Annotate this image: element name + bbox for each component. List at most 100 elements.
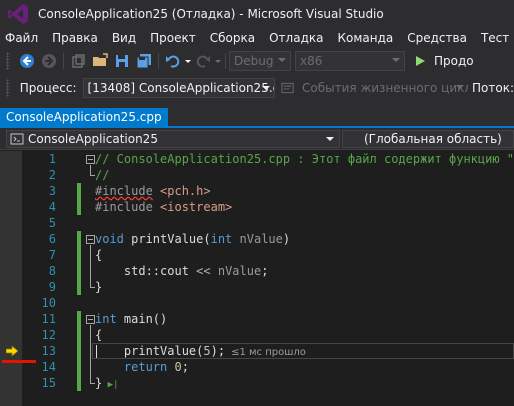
text-caret	[96, 345, 97, 358]
lifecycle-events-dropdown[interactable]: События жизненного цикла	[298, 78, 468, 98]
collapse-outline-toggle[interactable]	[86, 155, 95, 164]
line-number: 13	[41, 344, 56, 358]
code-token: // ConsoleApplication25.cpp : Этот файл …	[95, 152, 514, 166]
code-token: <<	[196, 264, 211, 278]
saved-change-marker	[77, 231, 81, 295]
standard-toolbar: Debug x86 Продо	[0, 48, 514, 74]
next-statement-underline	[2, 360, 36, 363]
process-value: [13408] ConsoleApplication25.exe	[87, 81, 275, 95]
navigation-bar: ConsoleApplication25 (Глобальная область…	[0, 128, 514, 150]
navigate-back-button[interactable]	[16, 50, 38, 72]
open-file-button[interactable]	[89, 50, 111, 72]
toolbar-separator	[158, 53, 159, 69]
lifecycle-events-value: События жизненного цикла	[302, 81, 468, 95]
outline-guide-line	[90, 165, 91, 175]
code-token: #include	[95, 200, 153, 214]
code-text[interactable]: #include <iostream>	[95, 199, 232, 215]
collapse-outline-toggle[interactable]	[86, 315, 95, 324]
code-line[interactable]: 1 // ConsoleApplication25.cpp : Этот файл…	[0, 151, 514, 167]
scope-dropdown[interactable]: (Глобальная область)	[342, 130, 514, 148]
undo-icon	[166, 55, 180, 68]
outline-guide-end	[90, 383, 95, 384]
code-text[interactable]: int main()	[95, 311, 167, 327]
line-number: 1	[48, 152, 56, 166]
code-line[interactable]: 10	[0, 295, 514, 311]
current-line-highlight	[92, 343, 514, 359]
chevron-down-icon	[261, 86, 270, 90]
code-text[interactable]: //	[95, 167, 109, 183]
project-dropdown[interactable]: ConsoleApplication25	[6, 130, 340, 148]
code-text[interactable]: {	[95, 327, 102, 343]
menu-build[interactable]: Сборка	[203, 31, 262, 45]
back-arrow-icon	[20, 54, 34, 68]
menu-project[interactable]: Проект	[143, 31, 203, 45]
solution-platform-dropdown[interactable]: x86	[295, 51, 405, 71]
outline-guide-line	[90, 325, 91, 383]
outline-guide-end	[90, 287, 95, 288]
save-button[interactable]	[111, 50, 133, 72]
tab-label: ConsoleApplication25.cpp	[6, 110, 162, 124]
code-token: }	[95, 280, 103, 294]
code-text[interactable]: return 0;	[95, 359, 189, 375]
code-editor[interactable]: 1 // ConsoleApplication25.cpp : Этот файл…	[0, 151, 514, 406]
title-bar: ConsoleApplication25 (Отладка) - Microso…	[0, 0, 514, 28]
instruction-pointer-icon[interactable]	[6, 346, 18, 356]
menu-test[interactable]: Тест	[474, 31, 514, 45]
code-text[interactable]: {	[95, 247, 102, 263]
outline-guide-end	[90, 175, 95, 176]
code-text[interactable]: void printValue(int nValue)	[95, 231, 290, 247]
menu-tools[interactable]: Средства	[400, 31, 474, 45]
code-token: //	[95, 168, 110, 182]
code-token: 0	[174, 360, 182, 374]
continue-button[interactable]	[409, 50, 431, 72]
code-text[interactable]: // ConsoleApplication25.cpp : Этот файл …	[95, 151, 514, 167]
debug-location-toolbar: Процесс: [13408] ConsoleApplication25.ex…	[0, 74, 514, 102]
solution-configuration-value: Debug	[234, 54, 274, 68]
redo-button[interactable]	[192, 50, 214, 72]
save-all-button[interactable]	[133, 50, 155, 72]
new-project-button[interactable]	[67, 50, 89, 72]
code-text[interactable]: #include <pch.h>	[95, 183, 211, 199]
document-tab-well: ConsoleApplication25.cpp	[0, 102, 514, 128]
tab-consoleapplication25-cpp[interactable]: ConsoleApplication25.cpp	[0, 108, 168, 128]
process-dropdown[interactable]: [13408] ConsoleApplication25.exe	[82, 78, 275, 98]
navigate-forward-button[interactable]	[38, 50, 60, 72]
code-text[interactable]: } ▶|	[95, 375, 119, 393]
code-line[interactable]: 2 //	[0, 167, 514, 183]
run-to-click-icon[interactable]: ▶|	[102, 380, 119, 390]
menu-view[interactable]: Вид	[105, 31, 143, 45]
code-token: ;	[261, 264, 269, 278]
menu-edit[interactable]: Правка	[45, 31, 105, 45]
solution-platform-value: x86	[300, 54, 323, 68]
outline-guide-line	[90, 245, 91, 287]
menu-team[interactable]: Команда	[330, 31, 400, 45]
code-token: )	[282, 232, 291, 246]
new-project-icon	[72, 54, 85, 68]
line-number: 8	[48, 264, 56, 278]
thread-label: Поток:	[472, 81, 514, 95]
cpp-project-icon	[10, 133, 24, 145]
saved-change-marker	[77, 183, 81, 215]
process-label: Процесс:	[19, 81, 77, 95]
toolbar-separator	[63, 53, 64, 69]
undo-dropdown-icon[interactable]	[184, 57, 192, 65]
code-text[interactable]: std::cout << nValue;	[95, 263, 269, 279]
continue-button-label[interactable]: Продо	[434, 54, 474, 68]
code-token: ;	[181, 360, 189, 374]
redo-dropdown-icon[interactable]	[214, 57, 222, 65]
toolbar-grip[interactable]	[6, 52, 10, 70]
menu-file[interactable]: Файл	[0, 31, 45, 45]
save-all-icon	[136, 54, 151, 69]
chevron-down-icon	[326, 137, 334, 141]
code-text[interactable]: }	[95, 279, 102, 295]
code-line[interactable]: 5	[0, 215, 514, 231]
menu-debug[interactable]: Отладка	[262, 31, 330, 45]
toolbar-grip[interactable]	[6, 79, 10, 97]
collapse-outline-toggle[interactable]	[86, 235, 95, 244]
solution-configuration-dropdown[interactable]: Debug	[229, 51, 291, 71]
undo-button[interactable]	[162, 50, 184, 72]
